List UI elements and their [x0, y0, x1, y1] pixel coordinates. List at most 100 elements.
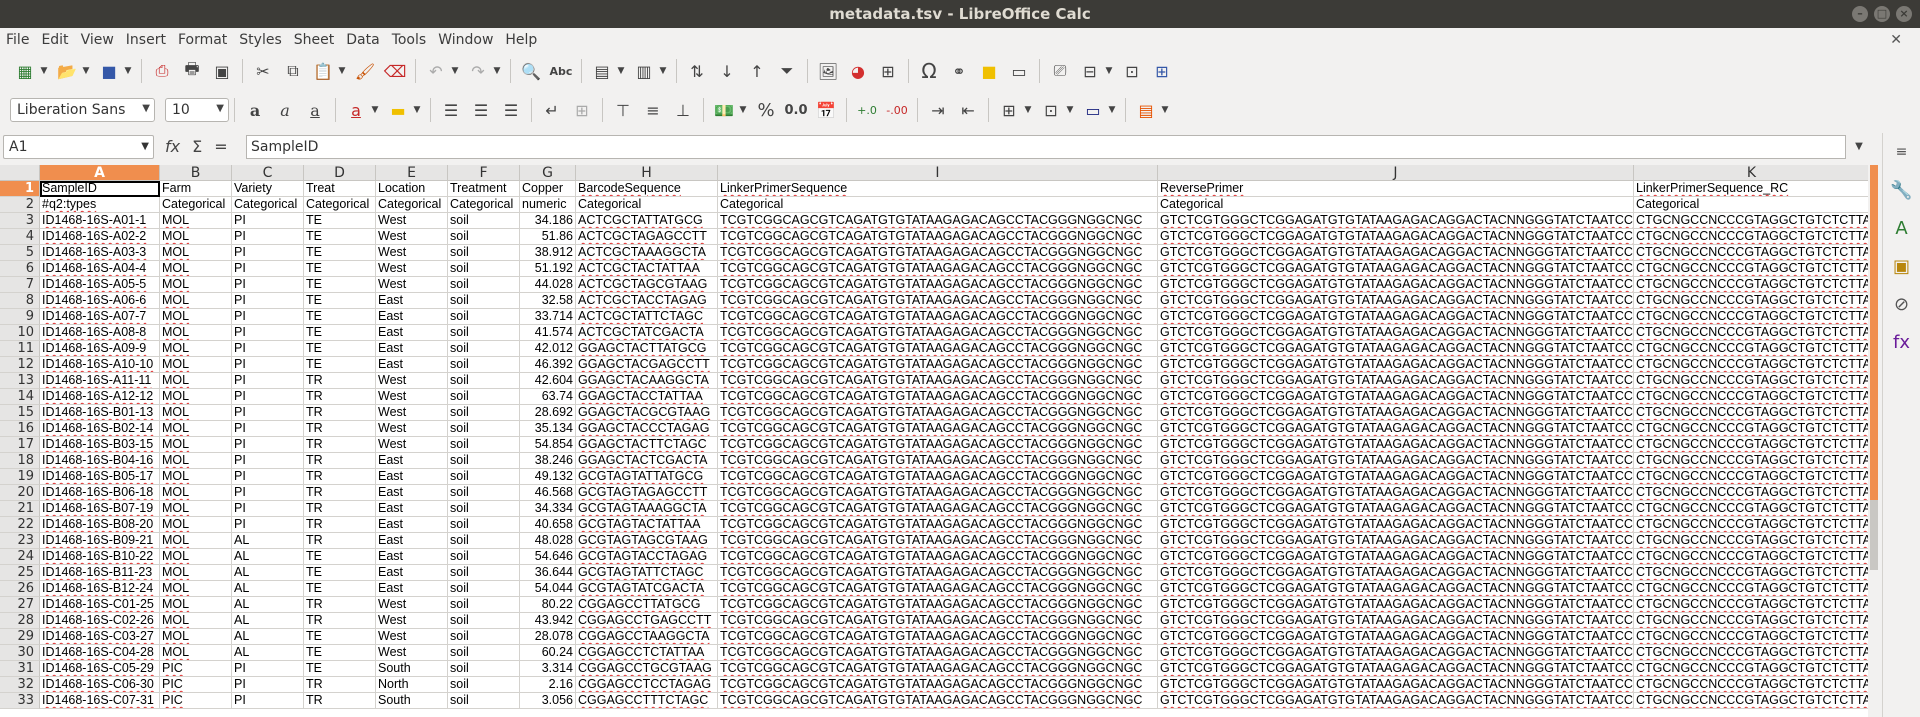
cell-h28[interactable]: CGGAGCCTGAGCCTT [576, 613, 718, 629]
cell-f12[interactable]: soil [448, 357, 520, 373]
row-header[interactable]: 17 [0, 437, 40, 453]
cell-h22[interactable]: GCGTAGTACTATTAA [576, 517, 718, 533]
cell-g30[interactable]: 60.24 [520, 645, 576, 661]
cell-g14[interactable]: 63.74 [520, 389, 576, 405]
save-dropdown-icon[interactable]: ▼ [122, 58, 134, 84]
cell-h9[interactable]: ACTCGCTATTCTAGC [576, 309, 718, 325]
cell-d5[interactable]: TE [304, 245, 376, 261]
cell-k18[interactable]: CTGCNGCCNCCCGTAGGCTGTCTCTTATACA [1634, 453, 1868, 469]
cell-h12[interactable]: GGAGCTACGAGCCTT [576, 357, 718, 373]
cell-d26[interactable]: TE [304, 581, 376, 597]
new-dropdown-icon[interactable]: ▼ [38, 58, 50, 84]
cell-i3[interactable]: TCGTCGGCAGCGTCAGATGTGTATAAGAGACAGCCTACGG… [718, 213, 1158, 229]
cell-k31[interactable]: CTGCNGCCNCCCGTAGGCTGTCTCTTATACA [1634, 661, 1868, 677]
cell-g12[interactable]: 46.392 [520, 357, 576, 373]
cell-e24[interactable]: East [376, 549, 448, 565]
cell-k4[interactable]: CTGCNGCCNCCCGTAGGCTGTCTCTTATACA [1634, 229, 1868, 245]
cell-k12[interactable]: CTGCNGCCNCCCGTAGGCTGTCTCTTATACA [1634, 357, 1868, 373]
cell-e13[interactable]: West [376, 373, 448, 389]
cell-i27[interactable]: TCGTCGGCAGCGTCAGATGTGTATAAGAGACAGCCTACGG… [718, 597, 1158, 613]
cell-c8[interactable]: PI [232, 293, 304, 309]
cell-k15[interactable]: CTGCNGCCNCCCGTAGGCTGTCTCTTATACA [1634, 405, 1868, 421]
row-header[interactable]: 18 [0, 453, 40, 469]
cell-j26[interactable]: GTCTCGTGGGCTCGGAGATGTGTATAAGAGACAGGACTAC… [1158, 581, 1634, 597]
highlight-color-icon[interactable]: ▬ [385, 97, 411, 123]
column-header-i[interactable]: I [718, 165, 1158, 181]
cell-e27[interactable]: West [376, 597, 448, 613]
row-header[interactable]: 21 [0, 501, 40, 517]
cell-f18[interactable]: soil [448, 453, 520, 469]
cell-e29[interactable]: West [376, 629, 448, 645]
cell-c15[interactable]: PI [232, 405, 304, 421]
menu-window[interactable]: Window [432, 28, 499, 52]
cell-b5[interactable]: MOL [160, 245, 232, 261]
cell-k32[interactable]: CTGCNGCCNCCCGTAGGCTGTCTCTTATACA [1634, 677, 1868, 693]
cell-a27[interactable]: ID1468-16S-C01-25 [40, 597, 160, 613]
cell-d1[interactable]: Treat [304, 181, 376, 197]
align-center-icon[interactable]: ☰ [468, 97, 494, 123]
cell-i30[interactable]: TCGTCGGCAGCGTCAGATGTGTATAAGAGACAGCCTACGG… [718, 645, 1158, 661]
cell-k1[interactable]: LinkerPrimerSequence_RC [1634, 181, 1868, 197]
cell-i19[interactable]: TCGTCGGCAGCGTCAGATGTGTATAAGAGACAGCCTACGG… [718, 469, 1158, 485]
cell-e19[interactable]: East [376, 469, 448, 485]
cell-g28[interactable]: 43.942 [520, 613, 576, 629]
gallery-icon[interactable]: ▣ [1887, 251, 1917, 281]
cell-b19[interactable]: MOL [160, 469, 232, 485]
cell-f25[interactable]: soil [448, 565, 520, 581]
cell-e10[interactable]: East [376, 325, 448, 341]
cell-k30[interactable]: CTGCNGCCNCCCGTAGGCTGTCTCTTATACA [1634, 645, 1868, 661]
row-header[interactable]: 16 [0, 421, 40, 437]
cell-h31[interactable]: CGGAGCCTGCGTAAG [576, 661, 718, 677]
cell-f7[interactable]: soil [448, 277, 520, 293]
cell-g20[interactable]: 46.568 [520, 485, 576, 501]
cell-c27[interactable]: AL [232, 597, 304, 613]
cell-g3[interactable]: 34.186 [520, 213, 576, 229]
cell-j17[interactable]: GTCTCGTGGGCTCGGAGATGTGTATAAGAGACAGGACTAC… [1158, 437, 1634, 453]
border-color-icon[interactable]: ▭ [1080, 97, 1106, 123]
cell-b13[interactable]: MOL [160, 373, 232, 389]
show-draw-functions-icon[interactable]: ⊞ [1149, 58, 1175, 84]
cell-a24[interactable]: ID1468-16S-B10-22 [40, 549, 160, 565]
cell-d9[interactable]: TE [304, 309, 376, 325]
define-print-area-icon[interactable]: ⎚ [1047, 58, 1073, 84]
cell-h3[interactable]: ACTCGCTATTATGCG [576, 213, 718, 229]
cell-a20[interactable]: ID1468-16S-B06-18 [40, 485, 160, 501]
row-header[interactable]: 24 [0, 549, 40, 565]
cell-g5[interactable]: 38.912 [520, 245, 576, 261]
currency-dropdown-icon[interactable]: ▼ [737, 97, 749, 123]
cell-a33[interactable]: ID1468-16S-C07-31 [40, 693, 160, 709]
cell-i10[interactable]: TCGTCGGCAGCGTCAGATGTGTATAAGAGACAGCCTACGG… [718, 325, 1158, 341]
redo-icon[interactable]: ↷ [465, 58, 491, 84]
cell-j3[interactable]: GTCTCGTGGGCTCGGAGATGTGTATAAGAGACAGGACTAC… [1158, 213, 1634, 229]
cell-i22[interactable]: TCGTCGGCAGCGTCAGATGTGTATAAGAGACAGCCTACGG… [718, 517, 1158, 533]
font-size-combo[interactable]: 10 ▼ [165, 98, 229, 122]
conditional-dropdown-icon[interactable]: ▼ [1159, 97, 1171, 123]
column-header-h[interactable]: H [576, 165, 718, 181]
date-format-icon[interactable]: 📅 [813, 97, 839, 123]
cell-i32[interactable]: TCGTCGGCAGCGTCAGATGTGTATAAGAGACAGCCTACGG… [718, 677, 1158, 693]
cell-i4[interactable]: TCGTCGGCAGCGTCAGATGTGTATAAGAGACAGCCTACGG… [718, 229, 1158, 245]
cell-i18[interactable]: TCGTCGGCAGCGTCAGATGTGTATAAGAGACAGCCTACGG… [718, 453, 1158, 469]
cell-j15[interactable]: GTCTCGTGGGCTCGGAGATGTGTATAAGAGACAGGACTAC… [1158, 405, 1634, 421]
cell-c4[interactable]: PI [232, 229, 304, 245]
pivot-table-icon[interactable]: ⊞ [875, 58, 901, 84]
cell-k7[interactable]: CTGCNGCCNCCCGTAGGCTGTCTCTTATACA [1634, 277, 1868, 293]
cell-h6[interactable]: ACTCGCTACTATTAA [576, 261, 718, 277]
cell-k13[interactable]: CTGCNGCCNCCCGTAGGCTGTCTCTTATACA [1634, 373, 1868, 389]
scroll-track-handle[interactable] [1870, 500, 1878, 570]
insert-chart-icon[interactable]: ◕ [845, 58, 871, 84]
close-document-icon[interactable]: ✕ [1890, 32, 1902, 48]
cell-f10[interactable]: soil [448, 325, 520, 341]
column-header-d[interactable]: D [304, 165, 376, 181]
cell-f11[interactable]: soil [448, 341, 520, 357]
row-header[interactable]: 10 [0, 325, 40, 341]
cell-d12[interactable]: TE [304, 357, 376, 373]
cell-f2[interactable]: Categorical [448, 197, 520, 213]
cell-h33[interactable]: CGGAGCCTTTCTAGC [576, 693, 718, 709]
cell-d31[interactable]: TE [304, 661, 376, 677]
menu-tools[interactable]: Tools [386, 28, 433, 52]
cell-a3[interactable]: ID1468-16S-A01-1 [40, 213, 160, 229]
cell-e21[interactable]: East [376, 501, 448, 517]
cell-f23[interactable]: soil [448, 533, 520, 549]
column-header-b[interactable]: B [160, 165, 232, 181]
